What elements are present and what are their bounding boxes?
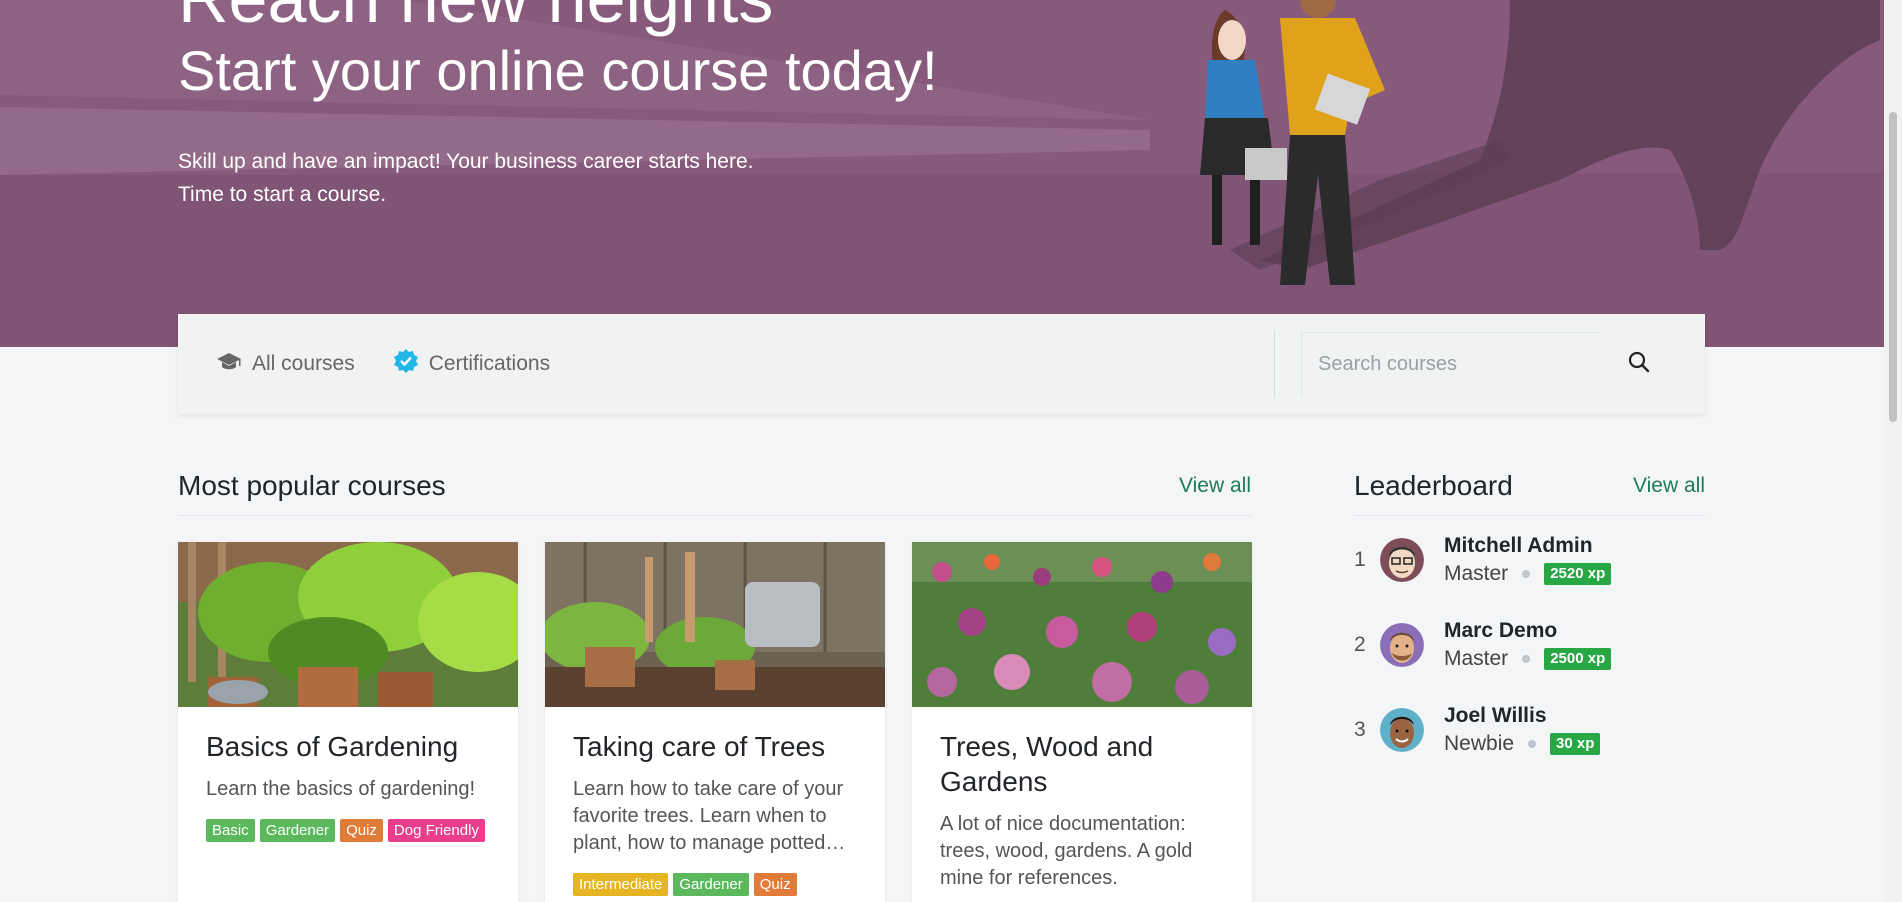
hero-title: Start your online course today! bbox=[178, 39, 938, 102]
page-scrollbar[interactable] bbox=[1884, 0, 1902, 902]
graduation-cap-icon bbox=[216, 351, 242, 377]
course-tag[interactable]: Quiz bbox=[753, 873, 797, 896]
nav-certifications-label: Certifications bbox=[428, 352, 551, 375]
leaderboard-user-info: Marc Demo Master 2500 xp bbox=[1444, 617, 1612, 674]
course-tag[interactable]: Basic bbox=[206, 819, 255, 842]
avatar bbox=[1380, 708, 1424, 752]
nav-all-courses-label: All courses bbox=[252, 352, 355, 375]
nav-all-courses[interactable]: All courses bbox=[216, 351, 355, 377]
leaderboard-user-meta: Newbie 30 xp bbox=[1444, 729, 1601, 759]
leaderboard-user-level: Master bbox=[1444, 561, 1509, 585]
hero-subtitle: Skill up and have an impact! Your busine… bbox=[178, 145, 754, 211]
nav-certifications[interactable]: Certifications bbox=[393, 348, 550, 380]
course-card[interactable]: Taking care of Trees Learn how to take c… bbox=[545, 542, 885, 902]
search-form bbox=[1301, 332, 1677, 396]
leaderboard-user-level: Master bbox=[1444, 646, 1509, 670]
hero-subtitle-line-1: Skill up and have an impact! Your busine… bbox=[178, 150, 754, 173]
leaderboard-rank: 1 bbox=[1354, 548, 1366, 571]
leaderboard-rank: 3 bbox=[1354, 718, 1366, 741]
leaderboard-rank: 2 bbox=[1354, 633, 1366, 656]
separator-dot bbox=[1522, 569, 1531, 578]
course-tags: Intermediate Gardener Quiz bbox=[573, 873, 857, 896]
avatar bbox=[1380, 538, 1424, 582]
leaderboard-user-info: Mitchell Admin Master 2520 xp bbox=[1444, 532, 1612, 589]
course-thumbnail-flowers bbox=[912, 542, 1252, 707]
course-tag[interactable]: Gardener bbox=[259, 819, 336, 842]
certified-badge-icon bbox=[393, 348, 419, 380]
leaderboard-user-info: Joel Willis Newbie 30 xp bbox=[1444, 702, 1601, 759]
leaderboard-user-name: Joel Willis bbox=[1444, 703, 1547, 727]
popular-view-all-link[interactable]: View all bbox=[1179, 474, 1251, 498]
xp-badge: 30 xp bbox=[1550, 732, 1601, 755]
leaderboard-user-meta: Master 2500 xp bbox=[1444, 644, 1612, 674]
leaderboard-entry[interactable]: 1 Mitchell Admin Master 2520 xp bbox=[1354, 530, 1705, 590]
search-input[interactable] bbox=[1301, 332, 1601, 396]
leaderboard-user-level: Newbie bbox=[1444, 731, 1515, 755]
leaderboard-entry[interactable]: 2 Marc Demo Master 2500 xp bbox=[1354, 615, 1705, 675]
leaderboard-header: Leaderboard View all bbox=[1354, 456, 1705, 516]
course-tag[interactable]: Gardener bbox=[673, 873, 749, 896]
course-navbar: All courses Certifications bbox=[178, 314, 1705, 414]
course-tag[interactable]: Intermediate bbox=[573, 873, 669, 896]
search-button[interactable] bbox=[1601, 332, 1677, 396]
course-description: Learn the basics of gardening! bbox=[206, 778, 476, 800]
xp-badge: 2500 xp bbox=[1544, 647, 1612, 670]
course-thumbnail-trees bbox=[545, 542, 885, 707]
course-tag[interactable]: Quiz bbox=[340, 819, 383, 842]
avatar bbox=[1380, 623, 1424, 667]
course-thumbnail-gardening bbox=[178, 542, 518, 707]
course-card[interactable]: Basics of Gardening Learn the basics of … bbox=[178, 542, 518, 902]
course-tag[interactable]: Dog Friendly bbox=[387, 819, 485, 842]
search-icon bbox=[1628, 351, 1650, 378]
hero-headline-partial: Reach new heights bbox=[178, 0, 773, 38]
leaderboard-entry[interactable]: 3 Joel Willis Newbie 30 xp bbox=[1354, 700, 1705, 760]
course-card[interactable]: Trees, Wood and Gardens A lot of nice do… bbox=[912, 542, 1252, 902]
course-title: Taking care of Trees bbox=[573, 731, 826, 762]
nav-divider bbox=[1274, 330, 1275, 398]
hero-subtitle-line-2: Time to start a course. bbox=[178, 183, 387, 206]
popular-courses-title: Most popular courses bbox=[178, 469, 446, 501]
leaderboard-user-name: Mitchell Admin bbox=[1444, 533, 1593, 557]
course-description: Learn how to take care of your favorite … bbox=[573, 778, 846, 854]
xp-badge: 2520 xp bbox=[1544, 562, 1612, 585]
hero-banner: Reach new heights Start your online cour… bbox=[0, 0, 1884, 347]
course-title: Basics of Gardening bbox=[206, 731, 459, 762]
popular-courses-header: Most popular courses View all bbox=[178, 456, 1251, 516]
course-title: Trees, Wood and Gardens bbox=[940, 731, 1154, 797]
leaderboard-user-meta: Master 2520 xp bbox=[1444, 559, 1612, 589]
course-tags: Basic Gardener Quiz Dog Friendly bbox=[206, 819, 490, 842]
scrollbar-thumb[interactable] bbox=[1889, 112, 1897, 422]
leaderboard-view-all-link[interactable]: View all bbox=[1633, 474, 1705, 498]
separator-dot bbox=[1522, 654, 1531, 663]
course-description: A lot of nice documentation: trees, wood… bbox=[940, 813, 1193, 889]
separator-dot bbox=[1528, 739, 1537, 748]
leaderboard-title: Leaderboard bbox=[1354, 469, 1513, 501]
leaderboard-user-name: Marc Demo bbox=[1444, 618, 1558, 642]
